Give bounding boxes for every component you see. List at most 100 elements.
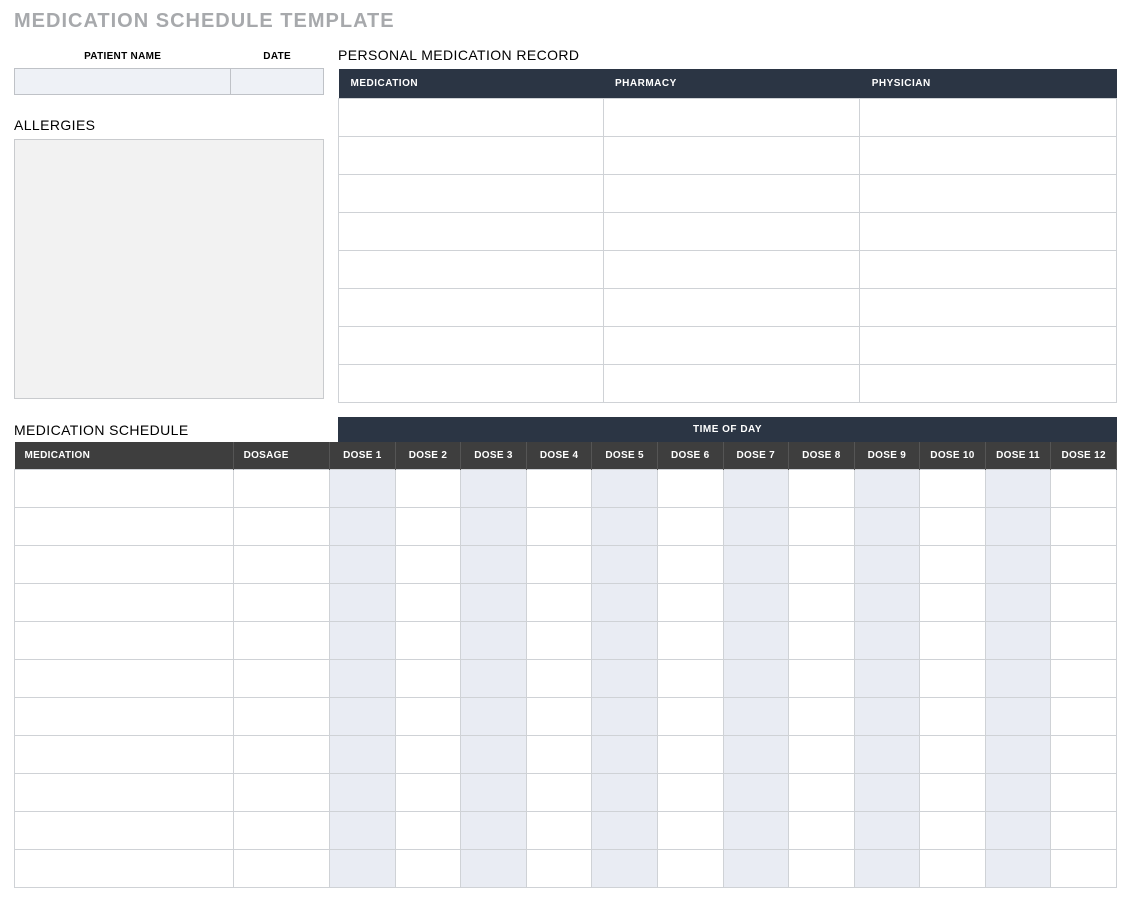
schedule-cell-dose[interactable]	[330, 508, 396, 546]
schedule-cell-dose[interactable]	[985, 508, 1051, 546]
schedule-cell-medication[interactable]	[15, 698, 234, 736]
schedule-cell-dose[interactable]	[920, 584, 986, 622]
pmr-cell[interactable]	[339, 137, 604, 175]
schedule-cell-dose[interactable]	[854, 660, 920, 698]
schedule-cell-dose[interactable]	[526, 660, 592, 698]
pmr-cell[interactable]	[339, 213, 604, 251]
pmr-cell[interactable]	[603, 289, 860, 327]
schedule-cell-dose[interactable]	[789, 812, 855, 850]
schedule-cell-dose[interactable]	[526, 736, 592, 774]
schedule-cell-dose[interactable]	[592, 622, 658, 660]
schedule-cell-dose[interactable]	[461, 660, 527, 698]
schedule-cell-dose[interactable]	[920, 774, 986, 812]
schedule-cell-dose[interactable]	[657, 850, 723, 888]
schedule-cell-dose[interactable]	[461, 584, 527, 622]
schedule-cell-dose[interactable]	[592, 584, 658, 622]
schedule-cell-dose[interactable]	[789, 546, 855, 584]
schedule-cell-dose[interactable]	[330, 774, 396, 812]
schedule-cell-dose[interactable]	[1051, 508, 1117, 546]
schedule-cell-dose[interactable]	[723, 850, 789, 888]
schedule-cell-medication[interactable]	[15, 850, 234, 888]
schedule-cell-dose[interactable]	[723, 736, 789, 774]
schedule-cell-dose[interactable]	[526, 508, 592, 546]
schedule-cell-dose[interactable]	[985, 660, 1051, 698]
schedule-cell-dosage[interactable]	[233, 470, 330, 508]
schedule-cell-dose[interactable]	[789, 470, 855, 508]
schedule-cell-dose[interactable]	[461, 812, 527, 850]
schedule-cell-dose[interactable]	[723, 774, 789, 812]
schedule-cell-medication[interactable]	[15, 660, 234, 698]
schedule-cell-dose[interactable]	[1051, 698, 1117, 736]
schedule-cell-dose[interactable]	[854, 698, 920, 736]
pmr-cell[interactable]	[860, 251, 1117, 289]
schedule-cell-dose[interactable]	[789, 660, 855, 698]
schedule-cell-dose[interactable]	[461, 546, 527, 584]
schedule-cell-dose[interactable]	[395, 850, 461, 888]
schedule-cell-dose[interactable]	[854, 736, 920, 774]
schedule-cell-dose[interactable]	[920, 698, 986, 736]
schedule-cell-medication[interactable]	[15, 622, 234, 660]
schedule-cell-dose[interactable]	[985, 546, 1051, 584]
schedule-cell-dose[interactable]	[657, 698, 723, 736]
schedule-cell-dosage[interactable]	[233, 660, 330, 698]
schedule-cell-dose[interactable]	[526, 622, 592, 660]
schedule-cell-dosage[interactable]	[233, 812, 330, 850]
schedule-cell-dose[interactable]	[789, 850, 855, 888]
schedule-cell-dose[interactable]	[330, 698, 396, 736]
schedule-cell-dose[interactable]	[985, 622, 1051, 660]
schedule-cell-dose[interactable]	[985, 698, 1051, 736]
schedule-cell-dose[interactable]	[1051, 470, 1117, 508]
schedule-cell-medication[interactable]	[15, 508, 234, 546]
schedule-cell-dose[interactable]	[395, 622, 461, 660]
schedule-cell-dose[interactable]	[461, 850, 527, 888]
pmr-cell[interactable]	[339, 175, 604, 213]
schedule-cell-dose[interactable]	[592, 470, 658, 508]
schedule-cell-dose[interactable]	[592, 698, 658, 736]
schedule-cell-dose[interactable]	[920, 736, 986, 774]
schedule-cell-dose[interactable]	[395, 774, 461, 812]
schedule-cell-dose[interactable]	[395, 736, 461, 774]
pmr-cell[interactable]	[603, 213, 860, 251]
schedule-cell-dose[interactable]	[985, 584, 1051, 622]
schedule-cell-dose[interactable]	[920, 470, 986, 508]
schedule-cell-dose[interactable]	[395, 470, 461, 508]
schedule-cell-dose[interactable]	[920, 850, 986, 888]
schedule-cell-dosage[interactable]	[233, 850, 330, 888]
schedule-cell-dose[interactable]	[526, 812, 592, 850]
schedule-cell-dose[interactable]	[395, 584, 461, 622]
schedule-cell-dose[interactable]	[854, 584, 920, 622]
schedule-cell-dose[interactable]	[330, 584, 396, 622]
allergies-input[interactable]	[14, 139, 324, 399]
schedule-cell-dose[interactable]	[330, 850, 396, 888]
schedule-cell-dosage[interactable]	[233, 622, 330, 660]
schedule-cell-dose[interactable]	[526, 698, 592, 736]
schedule-cell-medication[interactable]	[15, 812, 234, 850]
schedule-cell-dose[interactable]	[526, 546, 592, 584]
schedule-cell-dose[interactable]	[723, 660, 789, 698]
pmr-cell[interactable]	[603, 137, 860, 175]
schedule-cell-dose[interactable]	[461, 470, 527, 508]
schedule-cell-dose[interactable]	[789, 622, 855, 660]
pmr-cell[interactable]	[603, 99, 860, 137]
pmr-cell[interactable]	[339, 327, 604, 365]
schedule-cell-dose[interactable]	[854, 774, 920, 812]
schedule-cell-dose[interactable]	[330, 470, 396, 508]
schedule-cell-dose[interactable]	[657, 508, 723, 546]
schedule-cell-dose[interactable]	[723, 698, 789, 736]
schedule-cell-dose[interactable]	[920, 546, 986, 584]
schedule-cell-dose[interactable]	[657, 622, 723, 660]
schedule-cell-dose[interactable]	[657, 774, 723, 812]
schedule-cell-medication[interactable]	[15, 736, 234, 774]
schedule-cell-dose[interactable]	[723, 546, 789, 584]
schedule-cell-dose[interactable]	[330, 660, 396, 698]
schedule-cell-dose[interactable]	[723, 584, 789, 622]
schedule-cell-dose[interactable]	[789, 736, 855, 774]
pmr-cell[interactable]	[339, 99, 604, 137]
pmr-cell[interactable]	[860, 327, 1117, 365]
schedule-cell-dose[interactable]	[1051, 660, 1117, 698]
schedule-cell-dose[interactable]	[854, 812, 920, 850]
schedule-cell-dose[interactable]	[723, 622, 789, 660]
schedule-cell-dose[interactable]	[1051, 622, 1117, 660]
pmr-cell[interactable]	[603, 365, 860, 403]
schedule-cell-dose[interactable]	[657, 736, 723, 774]
